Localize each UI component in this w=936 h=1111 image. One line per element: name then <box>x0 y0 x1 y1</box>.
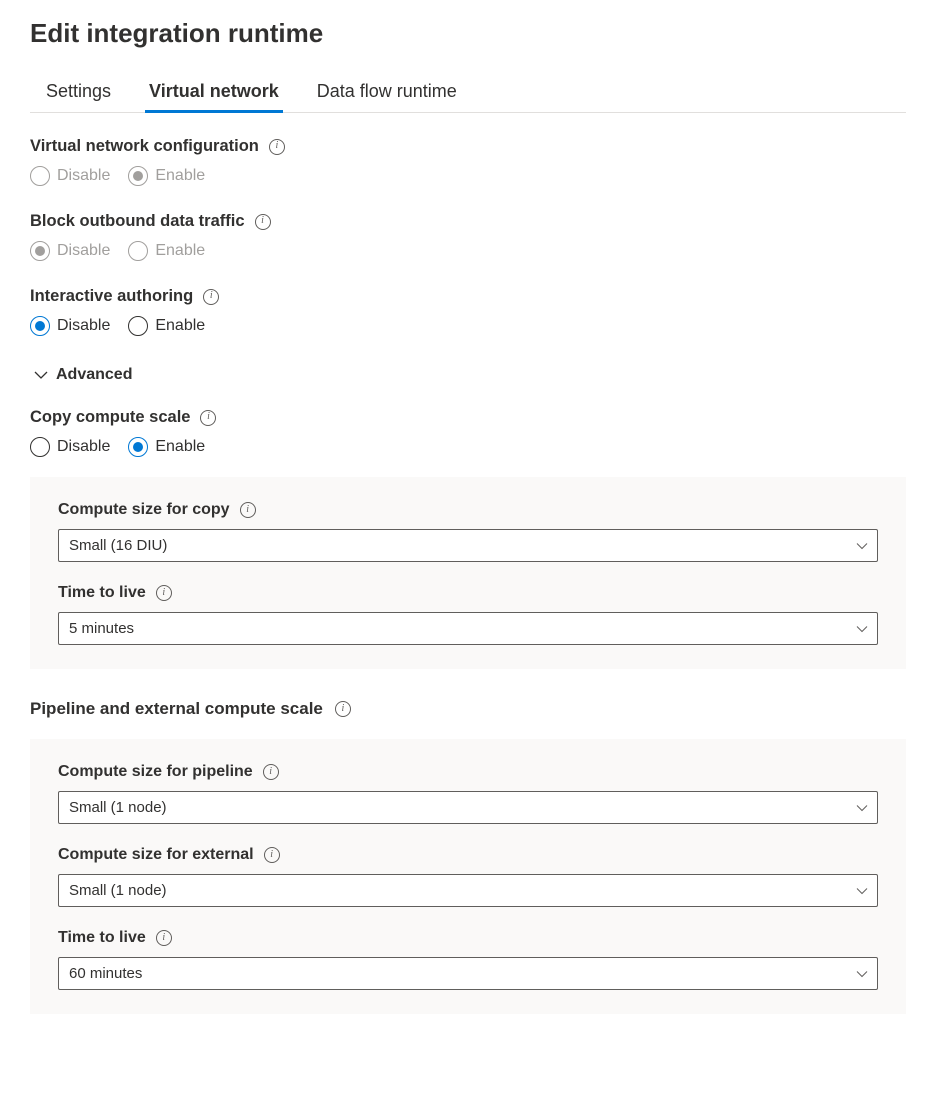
select-value: 60 minutes <box>69 965 142 982</box>
pipeline-section-header: Pipeline and external compute scale i <box>30 699 906 719</box>
pipeline-section-label: Pipeline and external compute scale <box>30 699 323 719</box>
info-icon[interactable]: i <box>200 410 216 426</box>
compute-size-pipeline-select[interactable]: Small (1 node) <box>58 791 878 824</box>
tab-settings[interactable]: Settings <box>46 81 111 112</box>
compute-size-copy-label: Compute size for copy <box>58 501 230 519</box>
vnet-config-enable-radio: Enable <box>128 166 205 186</box>
select-value: 5 minutes <box>69 620 134 637</box>
interactive-authoring-label: Interactive authoring <box>30 287 193 306</box>
vnet-config-label: Virtual network configuration <box>30 137 259 156</box>
select-value: Small (1 node) <box>69 882 167 899</box>
compute-size-copy-select[interactable]: Small (16 DIU) <box>58 529 878 562</box>
pipeline-ttl-select[interactable]: 60 minutes <box>58 957 878 990</box>
select-value: Small (16 DIU) <box>69 537 167 554</box>
block-outbound-disable-radio: Disable <box>30 241 110 261</box>
block-outbound-enable-radio: Enable <box>128 241 205 261</box>
radio-label: Disable <box>57 438 110 456</box>
info-icon[interactable]: i <box>335 701 351 717</box>
tab-data-flow-runtime[interactable]: Data flow runtime <box>317 81 457 112</box>
copy-compute-panel: Compute size for copy i Small (16 DIU) T… <box>30 477 906 669</box>
info-icon[interactable]: i <box>156 930 172 946</box>
interactive-authoring-enable-radio[interactable]: Enable <box>128 316 205 336</box>
advanced-label: Advanced <box>56 366 132 384</box>
page-title: Edit integration runtime <box>30 18 906 49</box>
radio-label: Disable <box>57 167 110 185</box>
info-icon[interactable]: i <box>264 847 280 863</box>
copy-compute-scale-enable-radio[interactable]: Enable <box>128 437 205 457</box>
select-value: Small (1 node) <box>69 799 167 816</box>
info-icon[interactable]: i <box>269 139 285 155</box>
block-outbound-group: Block outbound data traffic i Disable En… <box>30 212 906 261</box>
pipeline-ttl-label: Time to live <box>58 929 146 947</box>
copy-compute-scale-group: Copy compute scale i Disable Enable <box>30 408 906 457</box>
block-outbound-label: Block outbound data traffic <box>30 212 245 231</box>
info-icon[interactable]: i <box>156 585 172 601</box>
interactive-authoring-group: Interactive authoring i Disable Enable <box>30 287 906 336</box>
radio-label: Disable <box>57 242 110 260</box>
copy-compute-scale-disable-radio[interactable]: Disable <box>30 437 110 457</box>
info-icon[interactable]: i <box>203 289 219 305</box>
compute-size-external-select[interactable]: Small (1 node) <box>58 874 878 907</box>
compute-size-pipeline-label: Compute size for pipeline <box>58 763 253 781</box>
info-icon[interactable]: i <box>240 502 256 518</box>
radio-label: Enable <box>155 242 205 260</box>
radio-label: Enable <box>155 438 205 456</box>
copy-ttl-select[interactable]: 5 minutes <box>58 612 878 645</box>
pipeline-compute-panel: Compute size for pipeline i Small (1 nod… <box>30 739 906 1014</box>
tab-virtual-network[interactable]: Virtual network <box>149 81 279 112</box>
info-icon[interactable]: i <box>263 764 279 780</box>
radio-label: Disable <box>57 317 110 335</box>
interactive-authoring-disable-radio[interactable]: Disable <box>30 316 110 336</box>
radio-label: Enable <box>155 167 205 185</box>
copy-ttl-label: Time to live <box>58 584 146 602</box>
radio-label: Enable <box>155 317 205 335</box>
tab-bar: Settings Virtual network Data flow runti… <box>30 81 906 113</box>
chevron-down-icon <box>34 370 48 380</box>
vnet-config-group: Virtual network configuration i Disable … <box>30 137 906 186</box>
copy-compute-scale-label: Copy compute scale <box>30 408 190 427</box>
advanced-toggle[interactable]: Advanced <box>30 366 906 384</box>
compute-size-external-label: Compute size for external <box>58 846 254 864</box>
info-icon[interactable]: i <box>255 214 271 230</box>
vnet-config-disable-radio: Disable <box>30 166 110 186</box>
